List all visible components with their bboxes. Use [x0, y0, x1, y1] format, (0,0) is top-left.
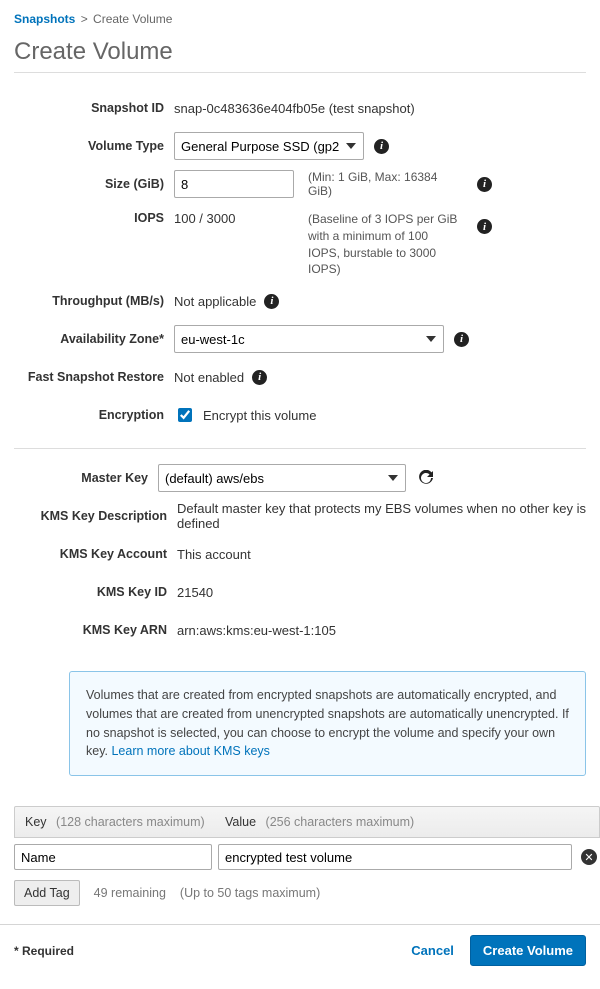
encryption-label: Encryption — [14, 408, 174, 422]
add-tag-button[interactable]: Add Tag — [14, 880, 80, 906]
info-icon[interactable] — [264, 294, 279, 309]
throughput-value: Not applicable — [174, 294, 256, 309]
kms-desc-label: KMS Key Description — [14, 509, 177, 523]
info-icon[interactable] — [477, 177, 492, 192]
kms-id-label: KMS Key ID — [14, 585, 177, 599]
tags-remaining: 49 remaining — [94, 886, 166, 900]
size-hint: (Min: 1 GiB, Max: 16384 GiB) — [308, 170, 468, 198]
tags-header: Key (128 characters maximum) Value (256 … — [14, 806, 600, 838]
breadcrumb-separator: > — [81, 12, 88, 26]
fsr-label: Fast Snapshot Restore — [14, 370, 174, 384]
kms-id-value: 21540 — [177, 585, 213, 600]
volume-type-label: Volume Type — [14, 139, 174, 153]
breadcrumb: Snapshots > Create Volume — [14, 12, 586, 26]
required-note: * Required — [14, 944, 74, 958]
info-icon[interactable] — [252, 370, 267, 385]
kms-account-label: KMS Key Account — [14, 547, 177, 561]
encrypt-checkbox-label: Encrypt this volume — [203, 408, 316, 423]
tag-row — [14, 838, 600, 870]
iops-value: 100 / 3000 — [174, 211, 308, 226]
volume-type-select[interactable]: General Purpose SSD (gp2) — [174, 132, 364, 160]
delete-tag-icon[interactable] — [581, 849, 597, 865]
info-icon[interactable] — [454, 332, 469, 347]
refresh-icon[interactable] — [418, 470, 434, 486]
kms-desc-value: Default master key that protects my EBS … — [177, 501, 586, 531]
iops-hint: (Baseline of 3 IOPS per GiB with a minim… — [308, 211, 468, 278]
learn-more-kms-link[interactable]: Learn more about KMS keys — [111, 744, 269, 758]
throughput-label: Throughput (MB/s) — [14, 294, 174, 308]
snapshot-id-value: snap-0c483636e404fb05e (test snapshot) — [174, 101, 415, 116]
page-title: Create Volume — [14, 38, 586, 73]
cancel-button[interactable]: Cancel — [405, 942, 460, 959]
breadcrumb-snapshots-link[interactable]: Snapshots — [14, 12, 75, 26]
tags-header-value: Value — [225, 815, 256, 829]
masterkey-label: Master Key — [14, 471, 158, 485]
section-divider — [14, 448, 586, 449]
tag-value-input[interactable] — [218, 844, 572, 870]
kms-arn-label: KMS Key ARN — [14, 623, 177, 637]
availability-zone-select[interactable]: eu-west-1c — [174, 325, 444, 353]
az-label: Availability Zone* — [14, 332, 174, 346]
tags-header-value-max: (256 characters maximum) — [266, 815, 415, 829]
tags-header-key: Key — [25, 815, 47, 829]
tags-header-key-max: (128 characters maximum) — [56, 815, 205, 829]
tag-key-input[interactable] — [14, 844, 212, 870]
tags-max-hint: (Up to 50 tags maximum) — [180, 886, 320, 900]
kms-account-value: This account — [177, 547, 251, 562]
info-icon[interactable] — [374, 139, 389, 154]
info-icon[interactable] — [477, 219, 492, 234]
iops-label: IOPS — [14, 211, 174, 225]
snapshot-id-label: Snapshot ID — [14, 101, 174, 115]
size-label: Size (GiB) — [14, 177, 174, 191]
kms-arn-value: arn:aws:kms:eu-west-1:105 — [177, 623, 336, 638]
create-volume-button[interactable]: Create Volume — [470, 935, 586, 966]
size-input[interactable] — [174, 170, 294, 198]
encryption-notice: Volumes that are created from encrypted … — [69, 671, 586, 776]
masterkey-select[interactable]: (default) aws/ebs — [158, 464, 406, 492]
encrypt-checkbox[interactable] — [178, 408, 192, 422]
breadcrumb-current: Create Volume — [93, 12, 172, 26]
fsr-value: Not enabled — [174, 370, 244, 385]
